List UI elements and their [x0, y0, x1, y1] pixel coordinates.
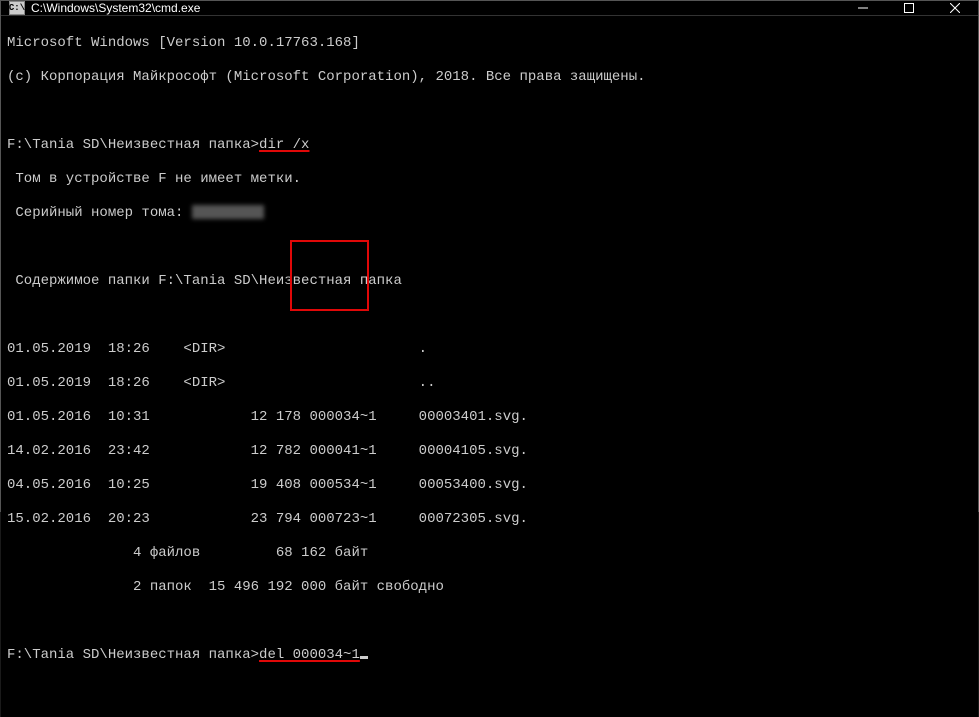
minimize-icon	[858, 3, 868, 13]
short-name: 000034~1	[309, 409, 376, 425]
serial-blurred	[192, 205, 264, 219]
window-title: C:\Windows\System32\cmd.exe	[31, 1, 840, 15]
long-name: 00003401.svg.	[377, 409, 528, 425]
blank-line	[7, 239, 972, 256]
serial-line: Серийный номер тома:	[7, 205, 972, 222]
dir-row: 01.05.2019 18:26 <DIR> ..	[7, 375, 972, 392]
dir-row: 15.02.2016 20:23 23 794 000723~1 0007230…	[7, 511, 972, 528]
cursor	[360, 656, 368, 659]
summary-dirs: 2 папок 15 496 192 000 байт свободно	[7, 579, 972, 596]
del-command: del 000034~1	[259, 647, 360, 663]
long-name: 00004105.svg.	[377, 443, 528, 459]
maximize-icon	[904, 3, 914, 13]
volume-line: Том в устройстве F не имеет метки.	[7, 171, 972, 188]
prompt-path: F:\Tania SD\Неизвестная папка>	[7, 137, 259, 153]
terminal-output[interactable]: Microsoft Windows [Version 10.0.17763.16…	[1, 16, 978, 717]
window-controls	[840, 1, 978, 15]
short-name: 000534~1	[309, 477, 376, 493]
copyright-line: (c) Корпорация Майкрософт (Microsoft Cor…	[7, 69, 972, 86]
dir-row: 04.05.2016 10:25 19 408 000534~1 0005340…	[7, 477, 972, 494]
close-icon	[950, 3, 960, 13]
close-button[interactable]	[932, 1, 978, 15]
cmd-window: C:\ C:\Windows\System32\cmd.exe Microsof…	[0, 0, 979, 512]
maximize-button[interactable]	[886, 1, 932, 15]
version-line: Microsoft Windows [Version 10.0.17763.16…	[7, 35, 972, 52]
contents-header: Содержимое папки F:\Tania SD\Неизвестная…	[7, 273, 972, 290]
blank-line	[7, 307, 972, 324]
minimize-button[interactable]	[840, 1, 886, 15]
prompt-line-2: F:\Tania SD\Неизвестная папка>del 000034…	[7, 647, 972, 664]
short-name: 000723~1	[309, 511, 376, 527]
dir-row: 14.02.2016 23:42 12 782 000041~1 0000410…	[7, 443, 972, 460]
short-name: 000041~1	[309, 443, 376, 459]
long-name: 00053400.svg.	[377, 477, 528, 493]
dir-row: 01.05.2016 10:31 12 178 000034~1 0000340…	[7, 409, 972, 426]
prompt-line-1: F:\Tania SD\Неизвестная папка>dir /x	[7, 137, 972, 154]
summary-files: 4 файлов 68 162 байт	[7, 545, 972, 562]
dir-info: 14.02.2016 23:42 12 782	[7, 443, 309, 459]
long-name: 00072305.svg.	[377, 511, 528, 527]
blank-line	[7, 103, 972, 120]
blank-line	[7, 613, 972, 630]
dir-row: 01.05.2019 18:26 <DIR> .	[7, 341, 972, 358]
serial-label: Серийный номер тома:	[7, 205, 192, 221]
dir-command: dir /x	[259, 137, 309, 153]
titlebar[interactable]: C:\ C:\Windows\System32\cmd.exe	[1, 1, 978, 16]
dir-info: 01.05.2016 10:31 12 178	[7, 409, 309, 425]
prompt-path: F:\Tania SD\Неизвестная папка>	[7, 647, 259, 663]
cmd-icon: C:\	[9, 1, 25, 15]
dir-info: 15.02.2016 20:23 23 794	[7, 511, 309, 527]
dir-info: 04.05.2016 10:25 19 408	[7, 477, 309, 493]
